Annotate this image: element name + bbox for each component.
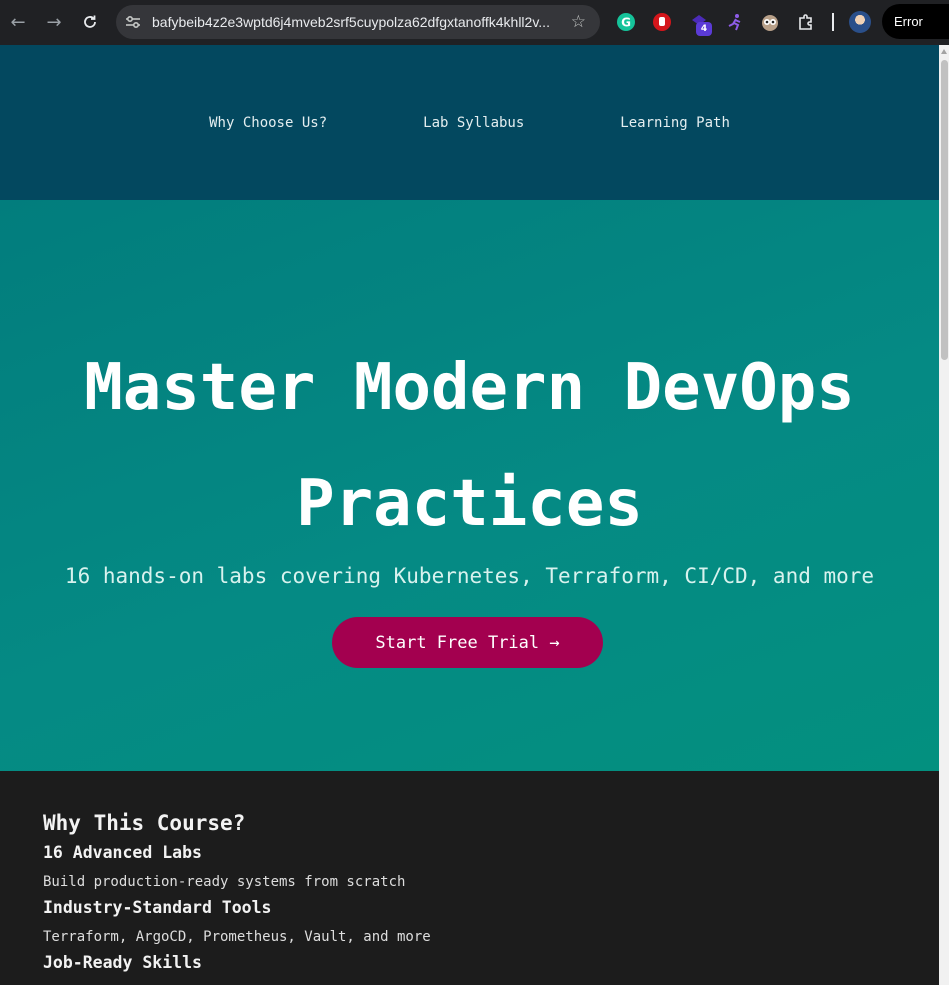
feature-item: Job-Ready Skills: [43, 951, 896, 975]
toolbar-divider: [832, 13, 834, 31]
owl-extension-icon[interactable]: [759, 11, 781, 33]
feature-item: Industry-Standard Tools Terraform, ArgoC…: [43, 896, 896, 947]
start-free-trial-button[interactable]: Start Free Trial →: [332, 617, 603, 668]
top-navigation: Why Choose Us? Lab Syllabus Learning Pat…: [0, 45, 939, 200]
scroll-up-arrow-icon[interactable]: [941, 49, 947, 54]
extension-badge: 4: [696, 22, 712, 36]
features-section: Why This Course? 16 Advanced Labs Build …: [0, 771, 939, 975]
hero-subtitle: 16 hands-on labs covering Kubernetes, Te…: [64, 564, 875, 588]
feature-description: Terraform, ArgoCD, Prometheus, Vault, an…: [43, 929, 431, 945]
forward-icon[interactable]: →: [36, 4, 72, 40]
browser-toolbar: ← → bafybeib4z2e3wptd6j4mveb2srf5cuypolz…: [0, 0, 949, 45]
svg-text:G: G: [621, 16, 631, 30]
profile-avatar[interactable]: [849, 11, 871, 33]
address-bar[interactable]: bafybeib4z2e3wptd6j4mveb2srf5cuypolza62d…: [116, 5, 600, 39]
error-button[interactable]: Error: [882, 4, 949, 39]
url-text[interactable]: bafybeib4z2e3wptd6j4mveb2srf5cuypolza62d…: [152, 14, 557, 30]
scrollbar-thumb[interactable]: [941, 60, 948, 360]
stop-hand-icon[interactable]: [651, 11, 673, 33]
running-figure-icon[interactable]: [724, 11, 746, 33]
feature-title: Job-Ready Skills: [43, 953, 202, 972]
page-content: Why Choose Us? Lab Syllabus Learning Pat…: [0, 45, 939, 985]
feature-description: Build production-ready systems from scra…: [43, 874, 406, 890]
extensions-puzzle-icon[interactable]: [795, 11, 817, 33]
nav-link-why-choose-us[interactable]: Why Choose Us?: [161, 115, 375, 131]
site-settings-icon[interactable]: [124, 13, 142, 31]
feature-title: 16 Advanced Labs: [43, 843, 202, 862]
back-icon[interactable]: ←: [0, 4, 36, 40]
features-heading: Why This Course?: [43, 811, 246, 835]
feature-title: Industry-Standard Tools: [43, 898, 272, 917]
grammarly-icon[interactable]: G: [615, 11, 637, 33]
nav-link-lab-syllabus[interactable]: Lab Syllabus: [375, 115, 572, 131]
feature-item: 16 Advanced Labs Build production-ready …: [43, 841, 896, 892]
bookmark-star-icon[interactable]: ☆: [571, 12, 586, 32]
nav-link-learning-path[interactable]: Learning Path: [572, 115, 778, 131]
hero-section: Master Modern DevOps Practices 16 hands-…: [0, 200, 939, 771]
reload-icon[interactable]: [72, 4, 108, 40]
hero-title: Master Modern DevOps Practices: [84, 351, 855, 541]
